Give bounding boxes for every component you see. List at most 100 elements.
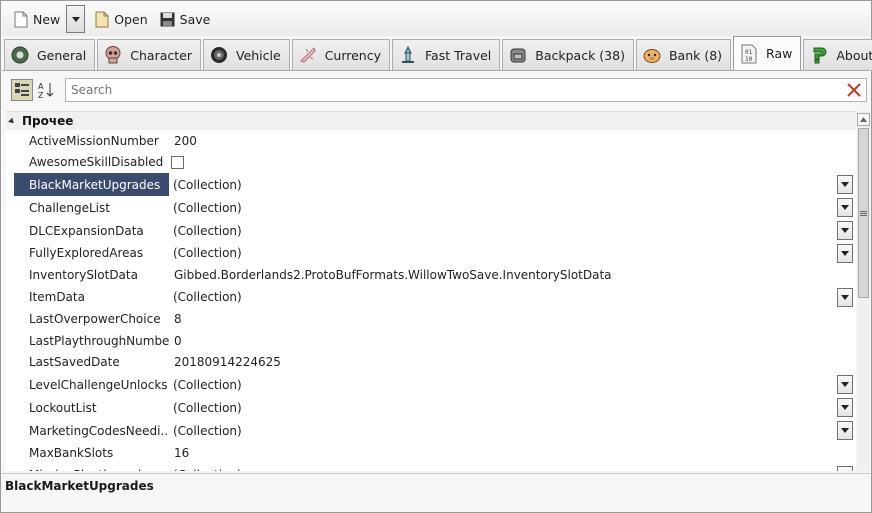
tab-bank-label: Bank (8)	[668, 47, 723, 63]
property-name[interactable]: LockoutList	[14, 396, 169, 419]
tab-about[interactable]: About	[803, 39, 872, 70]
collapse-arrow-icon[interactable]	[8, 117, 16, 125]
property-name[interactable]: ActiveMissionNumber	[14, 130, 169, 151]
collection-dropdown-button[interactable]	[837, 287, 853, 307]
collection-dropdown-button[interactable]	[837, 421, 853, 440]
property-row[interactable]: DLCExpansionData (Collection)	[6, 219, 856, 242]
property-name[interactable]: FullyExploredAreas	[14, 242, 169, 264]
chevron-down-icon	[841, 205, 849, 210]
categorized-icon	[15, 83, 29, 96]
property-value[interactable]: (Collection)	[169, 378, 242, 392]
tab-raw[interactable]: 01 10 Raw	[733, 36, 802, 70]
property-row[interactable]: LockoutList (Collection)	[6, 396, 856, 419]
property-row[interactable]: ChallengeList (Collection)	[6, 196, 856, 219]
svg-text:01: 01	[745, 49, 753, 56]
property-name[interactable]: MaxBankSlots	[14, 442, 169, 464]
property-row[interactable]: InventorySlotData Gibbed.Borderlands2.Pro…	[6, 264, 856, 286]
property-value[interactable]: 16	[169, 446, 189, 460]
tab-character-label: Character	[130, 47, 192, 63]
collection-dropdown-button[interactable]	[837, 398, 853, 417]
collection-dropdown-button[interactable]	[837, 198, 853, 217]
search-input[interactable]	[66, 83, 826, 97]
property-name[interactable]: LevelChallengeUnlocks	[14, 373, 169, 396]
property-toolbar: A Z	[2, 75, 870, 105]
tab-general-label: General	[37, 47, 87, 63]
scrollbar-thumb[interactable]	[858, 128, 869, 298]
save-button[interactable]: Save	[154, 7, 217, 31]
property-row[interactable]: ItemData (Collection)	[6, 286, 856, 308]
property-value[interactable]: (Collection)	[169, 468, 242, 471]
property-name[interactable]: ItemData	[14, 286, 169, 308]
new-dropdown-button[interactable]	[66, 5, 86, 33]
collection-dropdown-button[interactable]	[837, 375, 853, 394]
categorized-view-button[interactable]	[11, 79, 33, 101]
property-name[interactable]: MissionPlaythroughs	[14, 464, 169, 471]
property-row[interactable]: BlackMarketUpgrades (Collection)	[6, 173, 856, 196]
tab-bank[interactable]: Bank (8)	[635, 39, 732, 70]
property-rows: ActiveMissionNumber 200 AwesomeSkillDisabl…	[6, 130, 856, 471]
toolbar: New Open Save	[2, 2, 870, 36]
collection-dropdown-button[interactable]	[837, 465, 853, 471]
sort-az-icon: A Z	[38, 82, 54, 99]
tab-raw-label: Raw	[766, 46, 793, 61]
property-row[interactable]: MarketingCodesNeedi... (Collection)	[6, 419, 856, 442]
new-button[interactable]: New	[8, 7, 66, 31]
property-checkbox[interactable]	[171, 155, 184, 169]
property-grid: Прочее ActiveMissionNumber 200 AwesomeSkil…	[6, 111, 856, 471]
collection-dropdown-button[interactable]	[837, 175, 853, 194]
property-row[interactable]: LastOverpowerChoice 8	[6, 308, 856, 330]
property-value[interactable]: 20180914224625	[169, 355, 281, 369]
scroll-up-button[interactable]	[857, 113, 870, 126]
vertical-scrollbar[interactable]	[857, 111, 870, 471]
property-value[interactable]: (Collection)	[169, 178, 242, 192]
chevron-down-icon	[841, 382, 849, 387]
property-value[interactable]: (Collection)	[169, 224, 242, 238]
tab-currency[interactable]: Currency	[291, 39, 391, 70]
clear-search-icon[interactable]	[846, 82, 862, 98]
property-value[interactable]: 8	[169, 312, 182, 326]
property-name[interactable]: ChallengeList	[14, 196, 169, 219]
property-name[interactable]: LastSavedDate	[14, 351, 169, 373]
tab-backpack[interactable]: Backpack (38)	[502, 39, 634, 70]
property-name[interactable]: LastPlaythroughNumber	[14, 330, 169, 351]
property-name[interactable]: InventorySlotData	[14, 264, 169, 286]
svg-text:10: 10	[745, 56, 753, 63]
property-row[interactable]: MissionPlaythroughs(Collection)	[6, 464, 856, 471]
property-value[interactable]: (Collection)	[169, 201, 242, 215]
grip-icon	[860, 210, 867, 216]
wheel-icon	[208, 44, 230, 66]
property-value[interactable]: (Collection)	[169, 246, 242, 260]
open-button[interactable]: Open	[89, 7, 153, 31]
category-header[interactable]: Прочее	[6, 112, 856, 130]
property-value[interactable]: Gibbed.Borderlands2.ProtoBufFormats.Will…	[169, 268, 612, 282]
collection-dropdown-button[interactable]	[837, 243, 853, 263]
collection-dropdown-button[interactable]	[837, 221, 853, 240]
tab-fast-travel[interactable]: Fast Travel	[392, 39, 501, 70]
property-row[interactable]: FullyExploredAreas (Collection)	[6, 242, 856, 264]
property-row[interactable]: LevelChallengeUnlocks (Collection)	[6, 373, 856, 396]
property-value[interactable]: (Collection)	[169, 290, 242, 304]
property-name[interactable]: LastOverpowerChoice	[14, 308, 169, 330]
property-name[interactable]: BlackMarketUpgrades	[14, 173, 169, 196]
floppy-icon	[160, 12, 175, 26]
save-button-label: Save	[179, 11, 211, 27]
new-file-icon	[14, 11, 28, 27]
property-row[interactable]: AwesomeSkillDisabled	[6, 151, 856, 173]
property-row[interactable]: MaxBankSlots 16	[6, 442, 856, 464]
property-name[interactable]: DLCExpansionData	[14, 219, 169, 242]
tab-vehicle[interactable]: Vehicle	[202, 39, 290, 70]
chevron-down-icon	[841, 428, 849, 433]
chevron-down-icon	[71, 16, 80, 22]
property-name[interactable]: AwesomeSkillDisabled	[14, 151, 169, 173]
property-value[interactable]: 200	[169, 134, 197, 148]
property-value[interactable]: (Collection)	[169, 424, 242, 438]
property-value[interactable]: (Collection)	[169, 401, 242, 415]
property-row[interactable]: LastSavedDate 20180914224625	[6, 351, 856, 373]
property-name[interactable]: MarketingCodesNeedi...	[14, 419, 169, 442]
property-value[interactable]: 0	[169, 334, 182, 348]
tab-character[interactable]: Character	[97, 39, 201, 70]
property-row[interactable]: ActiveMissionNumber 200	[6, 130, 856, 151]
alphabetical-view-button[interactable]: A Z	[36, 79, 58, 101]
property-row[interactable]: LastPlaythroughNumber 0	[6, 330, 856, 351]
tab-general[interactable]: General	[4, 39, 96, 70]
